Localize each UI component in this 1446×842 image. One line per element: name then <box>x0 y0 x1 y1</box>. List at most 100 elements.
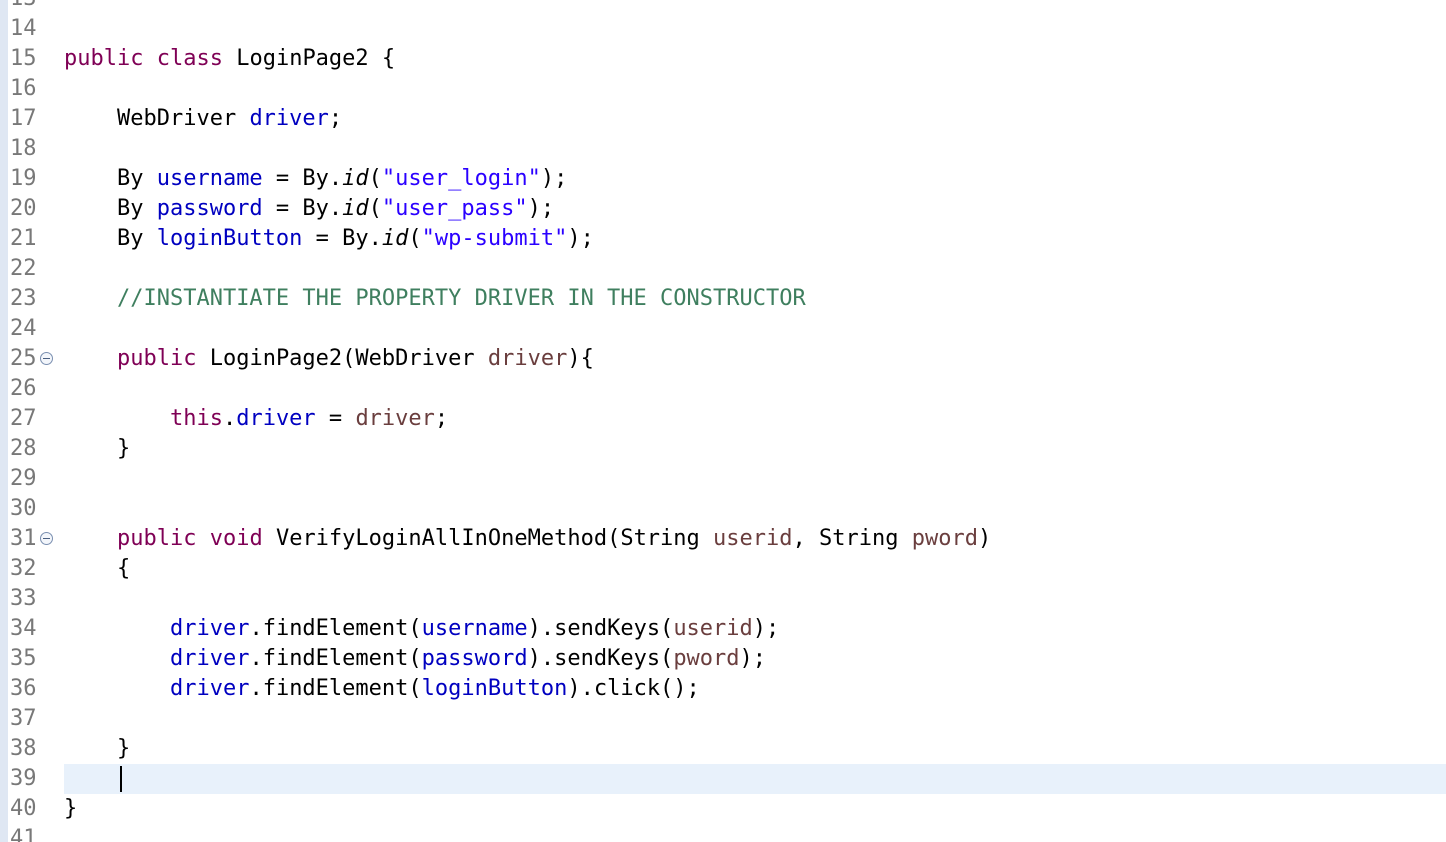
code-token: .findElement( <box>249 616 422 641</box>
code-line[interactable]: 20 By password = By.id("user_pass"); <box>0 194 1446 224</box>
code-token: ); <box>567 226 594 251</box>
code-token: ); <box>540 166 568 191</box>
code-token: = By. <box>262 196 343 221</box>
line-number: 30 <box>10 496 37 521</box>
line-number: 35 <box>10 646 37 671</box>
code-token: ) <box>977 526 992 551</box>
code-editor[interactable]: 13 14 15 public class LoginPage2 {16 17 WebD… <box>0 0 1446 842</box>
line-number: 24 <box>10 316 37 341</box>
code-token: driver <box>355 406 435 431</box>
line-number: 28 <box>10 436 37 461</box>
code-text[interactable]: public void VerifyLoginAllInOneMethod(St… <box>64 524 991 554</box>
code-token: ); <box>752 616 780 641</box>
code-token: By <box>64 226 157 251</box>
line-number: 31 <box>10 526 37 551</box>
code-line[interactable]: 14 <box>0 14 1446 44</box>
line-number: 33 <box>10 586 37 611</box>
code-line[interactable]: 33 <box>0 584 1446 614</box>
code-token: driver <box>169 676 250 701</box>
code-text[interactable]: driver.findElement(password).sendKeys(pw… <box>64 644 766 674</box>
code-line[interactable]: 15 public class LoginPage2 { <box>0 44 1446 74</box>
text-caret <box>120 766 122 792</box>
code-line[interactable]: 40} <box>0 794 1446 824</box>
code-token: .findElement( <box>249 646 422 671</box>
code-line[interactable]: 21 By loginButton = By.id("wp-submit"); <box>0 224 1446 254</box>
collapse-fold-icon[interactable] <box>40 532 53 545</box>
code-token: //INSTANTIATE THE PROPERTY DRIVER IN THE… <box>116 286 806 311</box>
line-number: 19 <box>10 166 37 191</box>
code-token: = <box>315 406 356 431</box>
code-token: username <box>156 166 263 191</box>
code-line[interactable]: 30 <box>0 494 1446 524</box>
code-text[interactable]: this.driver = driver; <box>64 404 448 434</box>
code-line[interactable]: 22 <box>0 254 1446 284</box>
code-token: . <box>222 406 237 431</box>
line-number: 37 <box>10 706 37 731</box>
code-line[interactable]: 23 //INSTANTIATE THE PROPERTY DRIVER IN … <box>0 284 1446 314</box>
code-token: By <box>64 166 157 191</box>
code-token: ( <box>368 196 382 221</box>
code-line[interactable]: 19 By username = By.id("user_login"); <box>0 164 1446 194</box>
line-number: 16 <box>10 76 37 101</box>
code-line[interactable]: 27 this.driver = driver; <box>0 404 1446 434</box>
code-token: driver <box>169 616 250 641</box>
code-token: LoginPage2(WebDriver <box>196 346 488 371</box>
code-text[interactable]: //INSTANTIATE THE PROPERTY DRIVER IN THE… <box>64 284 806 314</box>
code-token: id <box>342 166 369 191</box>
line-number: 29 <box>10 466 37 491</box>
code-text[interactable]: WebDriver driver; <box>64 104 342 134</box>
line-number: 20 <box>10 196 37 221</box>
code-line[interactable]: 16 <box>0 74 1446 104</box>
code-line[interactable]: 32 { <box>0 554 1446 584</box>
line-number: 23 <box>10 286 37 311</box>
line-number: 32 <box>10 556 37 581</box>
code-line[interactable]: 18 <box>0 134 1446 164</box>
code-text[interactable]: By password = By.id("user_pass"); <box>64 194 554 224</box>
code-text[interactable]: } <box>64 734 130 764</box>
code-line[interactable]: 17 WebDriver driver; <box>0 104 1446 134</box>
code-token: LoginPage2 { <box>222 46 396 71</box>
code-token: By <box>64 196 157 221</box>
code-line[interactable]: 37 <box>0 704 1446 734</box>
code-text[interactable]: By loginButton = By.id("wp-submit"); <box>64 224 594 254</box>
code-line[interactable]: 36 driver.findElement(loginButton).click… <box>0 674 1446 704</box>
code-line[interactable]: 26 <box>0 374 1446 404</box>
code-token: WebDriver <box>64 106 250 131</box>
code-line[interactable]: 25 public LoginPage2(WebDriver driver){ <box>0 344 1446 374</box>
line-number: 26 <box>10 376 37 401</box>
code-token: loginButton <box>421 676 568 701</box>
code-text[interactable]: public class LoginPage2 { <box>64 44 395 74</box>
code-line[interactable]: 31 public void VerifyLoginAllInOneMethod… <box>0 524 1446 554</box>
code-line[interactable]: 29 <box>0 464 1446 494</box>
code-line[interactable]: 41 <box>0 824 1446 842</box>
code-line[interactable]: 38 } <box>0 734 1446 764</box>
code-line[interactable]: 28 } <box>0 434 1446 464</box>
line-number: 22 <box>10 256 37 281</box>
code-token: ).sendKeys( <box>527 616 674 641</box>
code-token: ( <box>368 166 382 191</box>
code-line[interactable]: 13 <box>0 0 1446 14</box>
code-token: ; <box>434 406 449 431</box>
code-line[interactable]: 39 <box>0 764 1446 794</box>
collapse-fold-icon[interactable] <box>40 352 53 365</box>
code-line[interactable]: 35 driver.findElement(password).sendKeys… <box>0 644 1446 674</box>
code-text[interactable]: } <box>64 434 130 464</box>
code-text[interactable]: By username = By.id("user_login"); <box>64 164 567 194</box>
code-token: public <box>116 346 197 371</box>
code-token: driver <box>236 406 316 431</box>
code-line[interactable]: 34 driver.findElement(username).sendKeys… <box>0 614 1446 644</box>
code-token: } <box>64 796 78 821</box>
code-text[interactable]: driver.findElement(loginButton).click(); <box>64 674 700 704</box>
code-text[interactable]: public LoginPage2(WebDriver driver){ <box>64 344 594 374</box>
code-token: driver <box>487 346 568 371</box>
code-token: id <box>381 226 409 251</box>
code-text[interactable]: driver.findElement(username).sendKeys(us… <box>64 614 779 644</box>
code-line[interactable]: 24 <box>0 314 1446 344</box>
code-token: id <box>342 196 369 221</box>
code-text[interactable]: { <box>64 554 130 584</box>
code-text[interactable]: } <box>64 794 77 824</box>
line-number: 39 <box>10 766 37 791</box>
